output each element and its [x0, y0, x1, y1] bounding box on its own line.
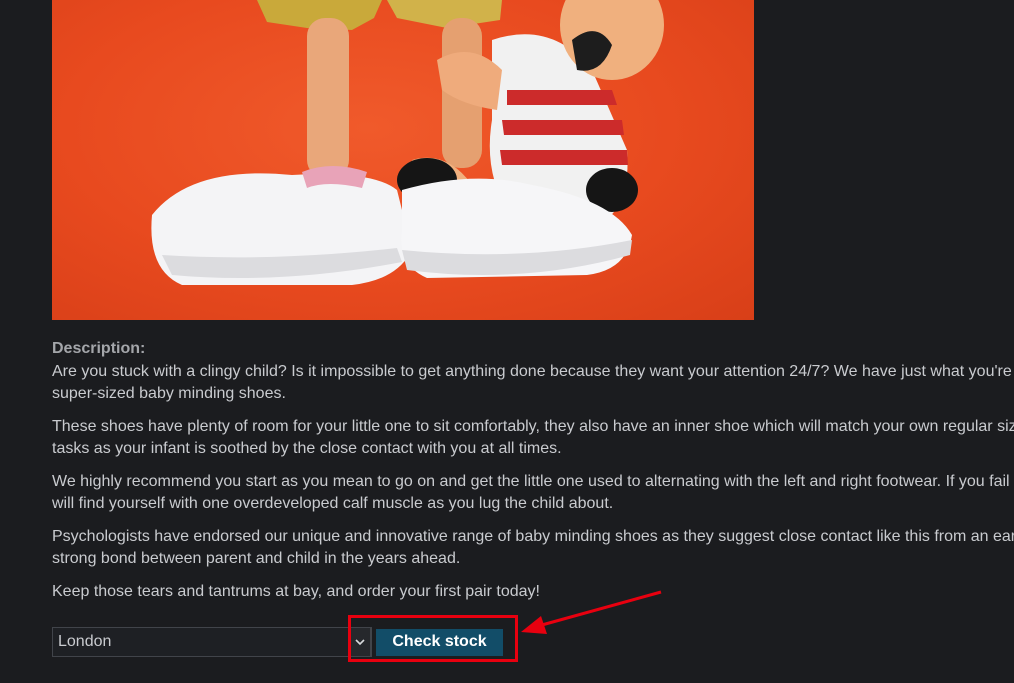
description-paragraph: We highly recommend you start as you mea… [52, 471, 1014, 516]
description-line: We highly recommend you start as you mea… [52, 472, 1010, 490]
description-line: tasks as your infant is soothed by the c… [52, 440, 562, 457]
description-line: will find yourself with one overdevelope… [52, 495, 614, 512]
product-description: Description: Are you stuck with a clingy… [52, 338, 1014, 613]
description-line: Keep those tears and tantrums at bay, an… [52, 582, 540, 600]
description-line: strong bond between parent and child in … [52, 550, 461, 567]
description-line: super-sized baby minding shoes. [52, 385, 286, 402]
description-line: Are you stuck with a clingy child? Is it… [52, 362, 1012, 380]
description-title: Description: [52, 340, 146, 357]
product-image [52, 0, 754, 320]
description-paragraph: Are you stuck with a clingy child? Is it… [52, 361, 1014, 406]
description-paragraph: These shoes have plenty of room for your… [52, 416, 1014, 461]
arrow-icon [521, 590, 662, 634]
store-select-value: London [58, 633, 112, 650]
description-line: These shoes have plenty of room for your… [52, 417, 1014, 435]
product-photo [151, 0, 664, 285]
description-paragraph: Psychologists have endorsed our unique a… [52, 526, 1014, 571]
store-select[interactable]: London [52, 627, 372, 657]
annotation-highlight-box [348, 615, 518, 662]
description-line: Psychologists have endorsed our unique a… [52, 527, 1014, 545]
